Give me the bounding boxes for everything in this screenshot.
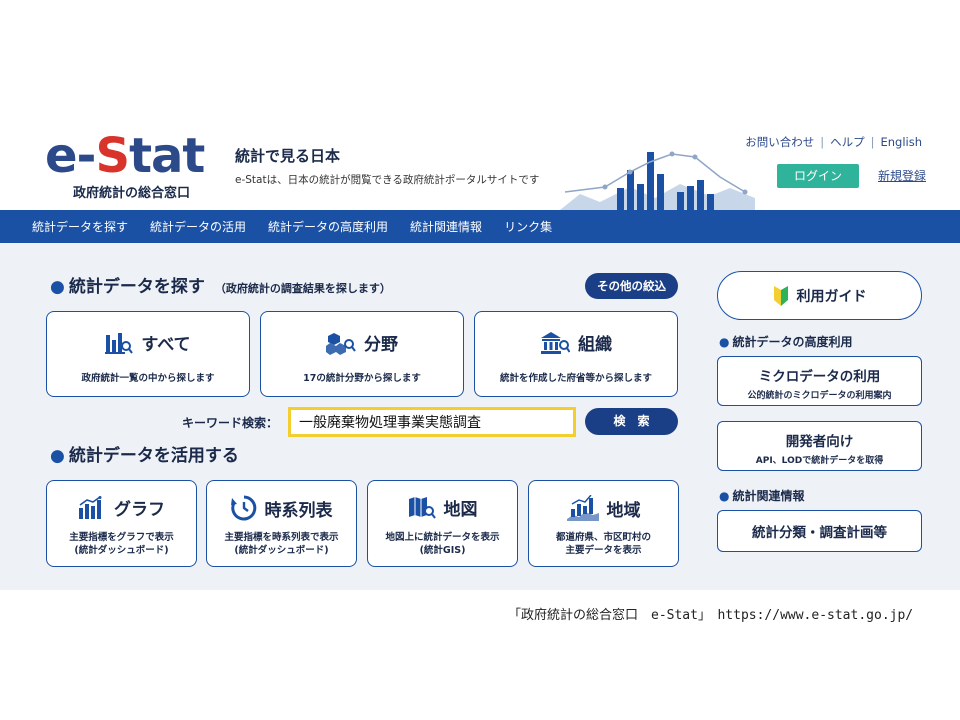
microdata-title: ミクロデータの利用 xyxy=(758,369,881,385)
card-description-line: (統計ダッシュボード) xyxy=(234,545,329,556)
card-description: 地図上に統計データを表示 (統計GIS) xyxy=(368,531,517,557)
section-bullet: ● xyxy=(719,335,730,349)
card-header: 組織 xyxy=(475,330,677,355)
card-description: 主要指標を時系列表で表示 (統計ダッシュボード) xyxy=(207,531,356,557)
section-bullet: ● xyxy=(50,277,65,297)
card-title: 分野 xyxy=(364,335,398,355)
card-description-line: (統計ダッシュボード) xyxy=(74,545,169,556)
utility-links: お問い合わせ | ヘルプ | English xyxy=(745,134,922,150)
card-title: 地図 xyxy=(443,500,478,520)
search-card-all[interactable]: すべて 政府統計一覧の中から探します xyxy=(46,311,250,397)
card-description-line: (統計GIS) xyxy=(419,545,466,556)
user-guide-label: 利用ガイド xyxy=(796,288,867,305)
nav-item-search-data[interactable]: 統計データを探す xyxy=(32,218,128,235)
card-header: 地図 xyxy=(368,495,517,520)
site-description: e-Statは、日本の統計が閲覧できる政府統計ポータルサイトです xyxy=(235,174,540,186)
related-info-heading-label: 統計関連情報 xyxy=(732,489,805,503)
site-tagline: 統計で見る日本 xyxy=(235,147,341,165)
beginner-mark-icon xyxy=(773,285,788,306)
card-header: 地域 xyxy=(529,495,678,521)
keyword-search-field xyxy=(288,407,576,437)
card-header: すべて xyxy=(47,330,249,355)
site-header: e-Stat 政府統計の総合窓口 統計で見る日本 e-Statは、日本の統計が閲… xyxy=(30,120,960,210)
card-title: 組織 xyxy=(578,335,612,355)
keyword-search-label: キーワード検索： xyxy=(182,416,279,430)
use-card-graph[interactable]: グラフ 主要指標をグラフで表示 (統計ダッシュボード) xyxy=(46,480,197,567)
classification-label: 統計分類・調査計画等 xyxy=(752,525,887,541)
login-button[interactable]: ログイン xyxy=(777,164,859,188)
related-info-heading: ● 統計関連情報 xyxy=(719,487,805,504)
header-chart-graphic xyxy=(560,151,755,210)
use-card-map[interactable]: 地図 地図上に統計データを表示 (統計GIS) xyxy=(367,480,518,567)
card-description-line: 主要データを表示 xyxy=(565,545,642,556)
card-header: 分野 xyxy=(261,330,463,355)
clock-icon xyxy=(230,495,256,521)
logo-subtitle: 政府統計の総合窓口 xyxy=(73,186,191,201)
section-bullet: ● xyxy=(50,446,65,466)
advanced-use-heading: ● 統計データの高度利用 xyxy=(719,333,853,350)
developer-subtitle: API、LODで統計データを取得 xyxy=(755,456,884,466)
more-filters-button[interactable]: その他の絞込 xyxy=(585,273,678,299)
card-description: 政府統計一覧の中から探します xyxy=(81,373,215,384)
nav-item-related-info[interactable]: 統計関連情報 xyxy=(410,218,482,235)
nav-item-links[interactable]: リンク集 xyxy=(504,218,552,235)
link-separator: | xyxy=(870,135,875,149)
card-title: 時系列表 xyxy=(264,500,333,521)
map-search-icon xyxy=(408,496,436,519)
card-header: グラフ xyxy=(47,495,196,520)
nav-item-use-data[interactable]: 統計データの活用 xyxy=(150,218,246,235)
card-description: 都道府県、市区町村の 主要データを表示 xyxy=(529,531,678,557)
card-description-line: 地図上に統計データを表示 xyxy=(385,532,500,543)
keyword-search-input[interactable] xyxy=(291,410,573,434)
use-card-time-series[interactable]: 時系列表 主要指標を時系列表で表示 (統計ダッシュボード) xyxy=(206,480,357,567)
card-description: 17の統計分野から探します xyxy=(303,373,421,384)
english-link[interactable]: English xyxy=(880,135,922,149)
developer-button[interactable]: 開発者向け API、LODで統計データを取得 xyxy=(717,421,922,471)
classification-button[interactable]: 統計分類・調査計画等 xyxy=(717,510,922,552)
logo-wordmark: e-Stat xyxy=(45,128,205,184)
microdata-button[interactable]: ミクロデータの利用 公的統計のミクロデータの利用案内 xyxy=(717,356,922,406)
search-section-heading: 統計データを探す xyxy=(68,277,205,297)
card-description-line: 主要指標を時系列表で表示 xyxy=(224,532,339,543)
contact-link[interactable]: お問い合わせ xyxy=(745,134,814,150)
section-bullet: ● xyxy=(719,489,730,503)
use-card-region[interactable]: 地域 都道府県、市区町村の 主要データを表示 xyxy=(528,480,679,567)
cubes-search-icon xyxy=(326,332,356,355)
search-button[interactable]: 検 索 xyxy=(585,408,678,435)
register-link[interactable]: 新規登録 xyxy=(878,167,926,184)
user-guide-button[interactable]: 利用ガイド xyxy=(717,271,922,320)
main-content: ● 統計データを探す （政府統計の調査結果を探します） その他の絞込 すべて 政府統… xyxy=(0,243,960,590)
use-section-title: ● 統計データを活用する xyxy=(50,441,239,466)
card-description-line: 都道府県、市区町村の xyxy=(555,532,651,543)
search-card-field[interactable]: 分野 17の統計分野から探します xyxy=(260,311,464,397)
estat-logo[interactable]: e-Stat 政府統計の総合窓口 xyxy=(45,128,205,201)
use-section-heading: 統計データを活用する xyxy=(68,446,239,466)
search-section-note: （政府統計の調査結果を探します） xyxy=(214,282,391,295)
card-title: 地域 xyxy=(606,500,641,521)
search-card-organization[interactable]: 組織 統計を作成した府省等から探します xyxy=(474,311,678,397)
advanced-use-heading-label: 統計データの高度利用 xyxy=(732,335,853,349)
card-header: 時系列表 xyxy=(207,495,356,521)
card-description: 統計を作成した府省等から探します xyxy=(499,373,652,384)
card-title: すべて xyxy=(141,335,191,355)
bar-graph-icon xyxy=(79,495,102,519)
link-separator: | xyxy=(820,135,825,149)
developer-title: 開発者向け xyxy=(785,434,854,450)
chart-search-icon xyxy=(105,332,134,354)
card-title: グラフ xyxy=(114,500,165,520)
region-bars-icon xyxy=(566,495,599,521)
card-description-line: 主要指標をグラフで表示 xyxy=(69,532,174,543)
help-link[interactable]: ヘルプ xyxy=(830,134,865,150)
global-nav: 統計データを探す 統計データの活用 統計データの高度利用 統計関連情報 リンク集 xyxy=(0,210,960,243)
building-search-icon xyxy=(541,331,570,354)
card-description: 主要指標をグラフで表示 (統計ダッシュボード) xyxy=(47,531,196,557)
nav-item-advanced-use[interactable]: 統計データの高度利用 xyxy=(268,218,388,235)
source-caption: 「政府統計の総合窓口 e-Stat」 https://www.e-stat.go… xyxy=(508,608,914,623)
microdata-subtitle: 公的統計のミクロデータの利用案内 xyxy=(747,391,892,401)
search-section-title: ● 統計データを探す （政府統計の調査結果を探します） xyxy=(50,272,391,297)
